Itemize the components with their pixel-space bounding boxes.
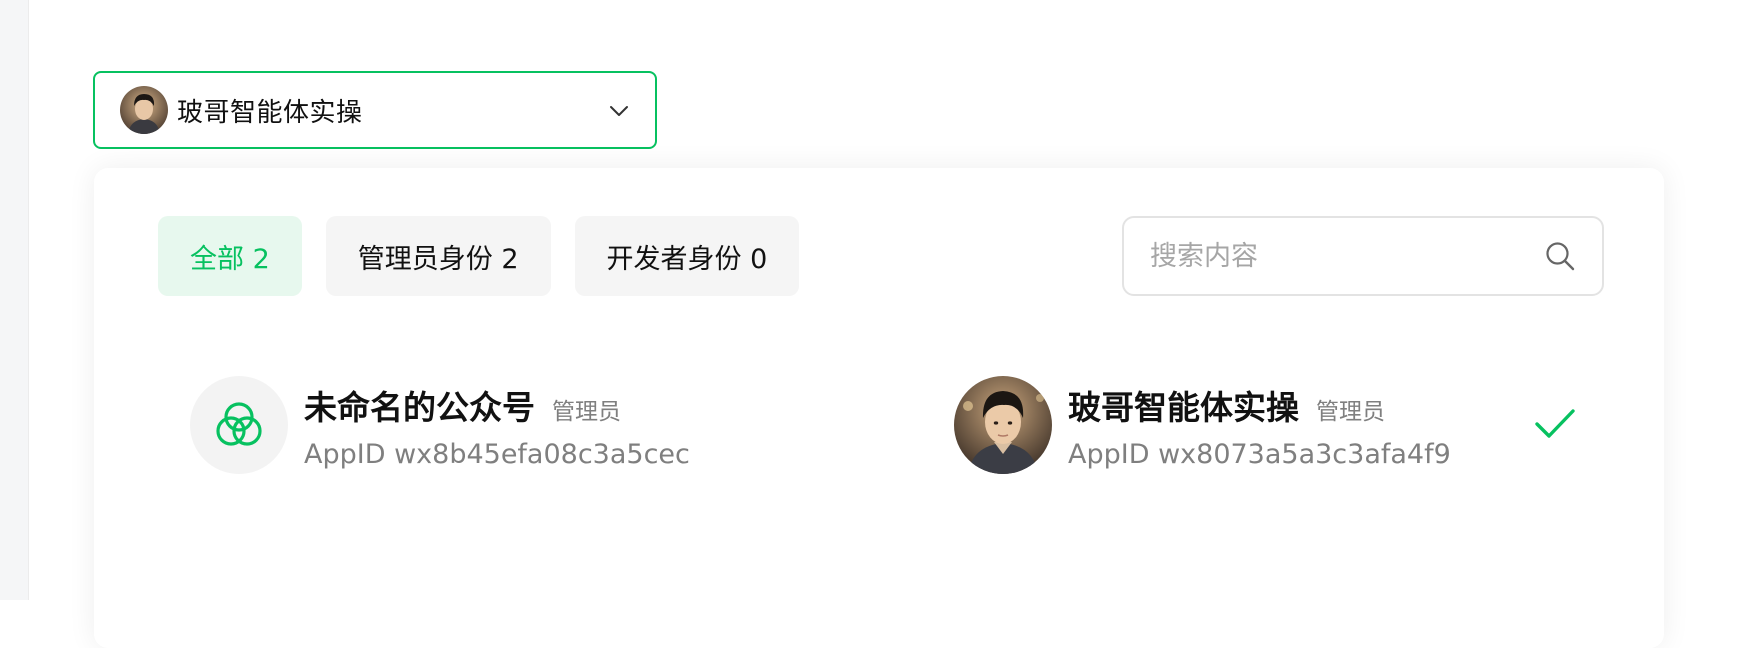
default-account-logo-icon: [190, 376, 288, 474]
tab-developer[interactable]: 开发者身份 0: [574, 216, 800, 296]
account-item-bogezhinengti[interactable]: 玻哥智能体实操 管理员 AppID wx8073a5a3c3afa4f9: [954, 376, 1604, 474]
account-role: 管理员: [1316, 398, 1385, 425]
account-role: 管理员: [552, 398, 621, 425]
account-name: 玻哥智能体实操: [1068, 387, 1299, 427]
account-name: 未命名的公众号: [304, 387, 535, 427]
selected-account-avatar: [120, 86, 168, 134]
tab-admin[interactable]: 管理员身份 2: [325, 216, 551, 296]
account-item-unnamed[interactable]: 未命名的公众号 管理员 AppID wx8b45efa08c3a5cec: [190, 376, 890, 474]
account-appid: AppID wx8b45efa08c3a5cec: [304, 438, 690, 470]
search-input[interactable]: [1148, 239, 1532, 273]
role-filter-tabs: 全部 2 管理员身份 2 开发者身份 0: [158, 216, 800, 296]
account-appid: AppID wx8073a5a3c3afa4f9: [1068, 438, 1451, 470]
account-avatar: [954, 376, 1052, 474]
selected-account-name: 玻哥智能体实操: [177, 97, 363, 128]
sidebar-edge: [0, 0, 29, 600]
tab-all[interactable]: 全部 2: [158, 216, 302, 296]
account-picker-panel: 全部 2 管理员身份 2 开发者身份 0 未命名的公众号 管理员: [94, 168, 1664, 648]
checkmark-icon: [1535, 409, 1575, 438]
account-selector-dropdown[interactable]: 玻哥智能体实操: [93, 71, 657, 149]
search-icon[interactable]: [1544, 240, 1576, 272]
chevron-down-icon: [610, 106, 628, 116]
search-box: [1122, 216, 1604, 296]
